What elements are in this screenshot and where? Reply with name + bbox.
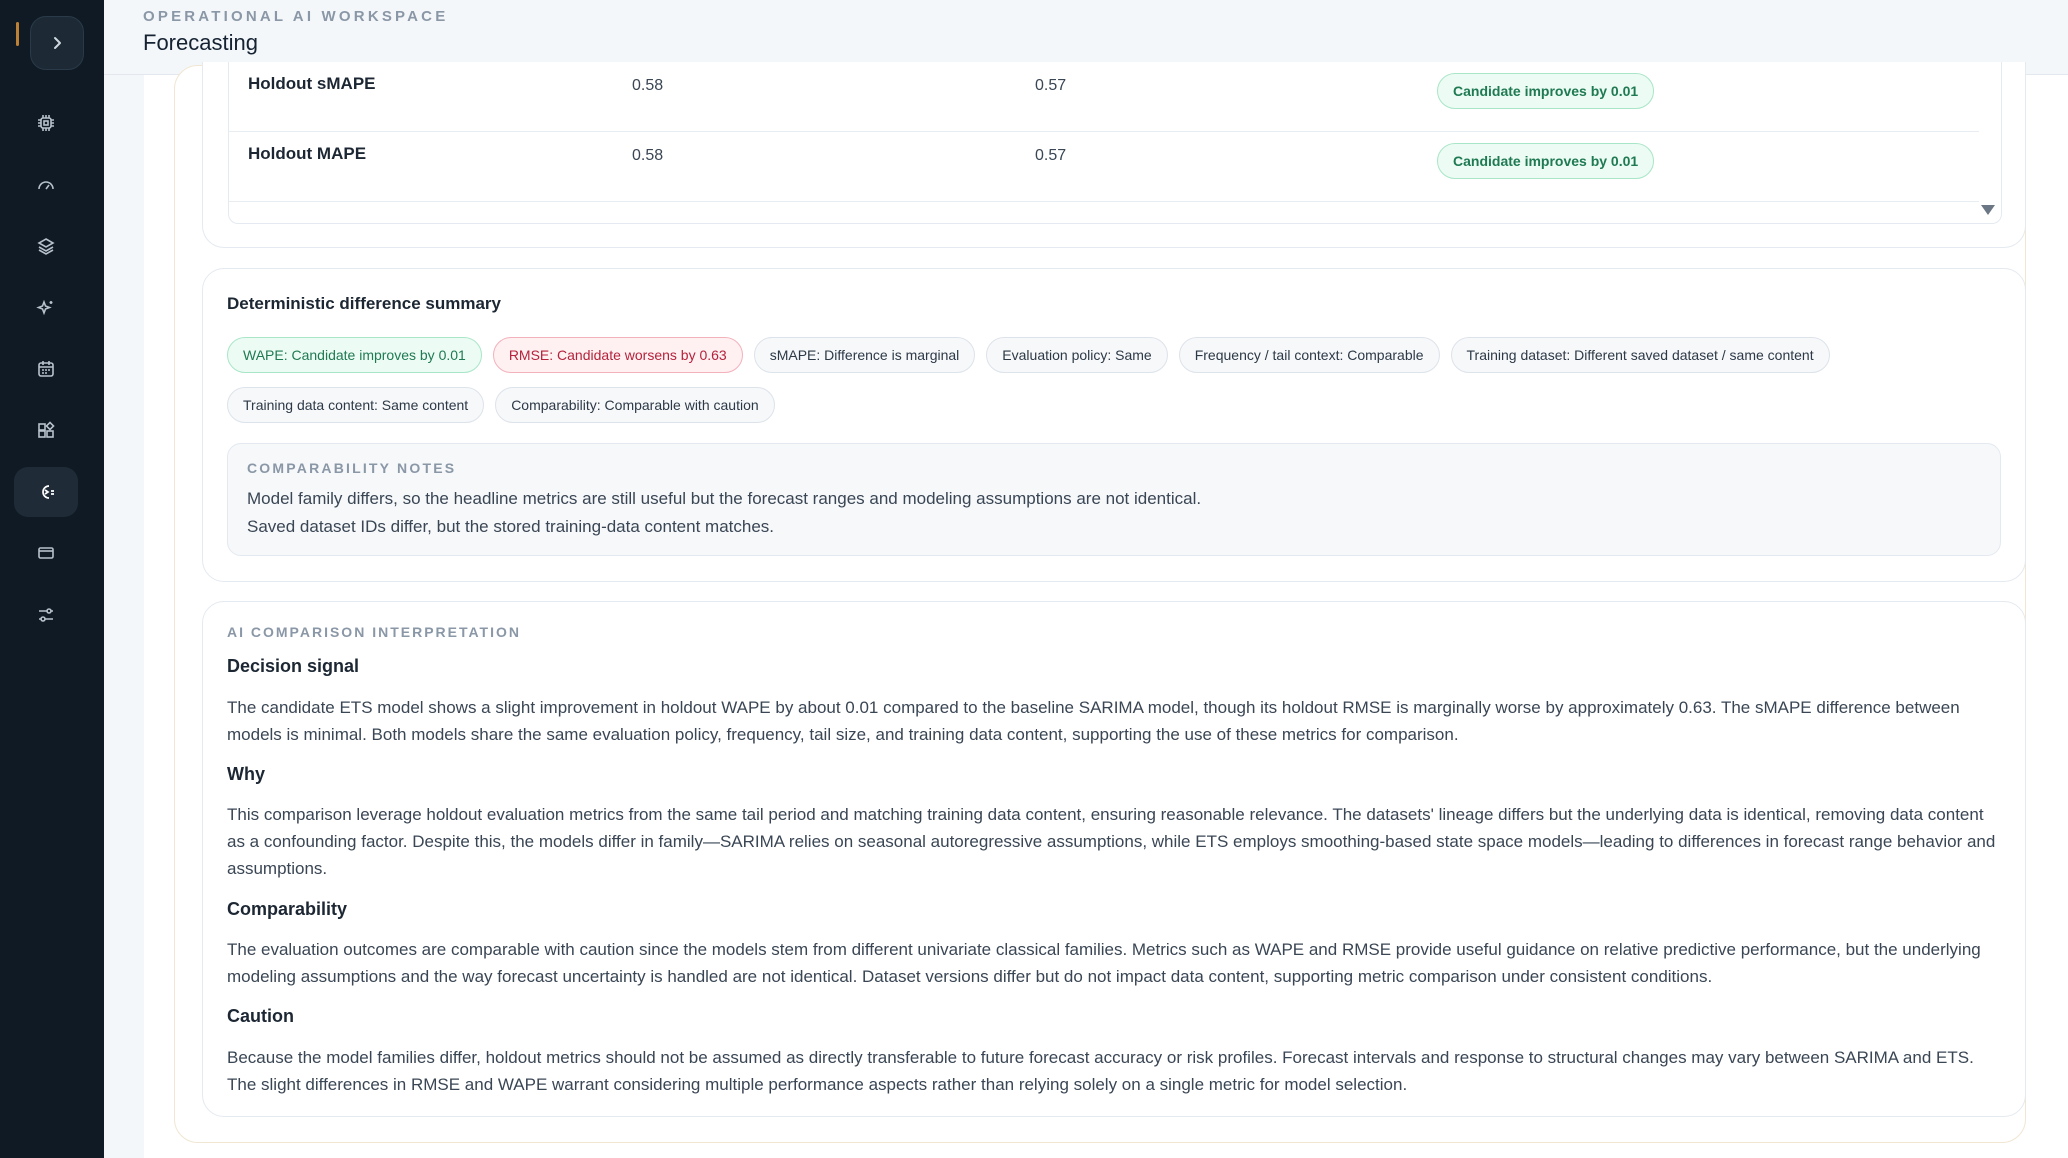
- chip-evaluation-policy: Evaluation policy: Same: [986, 337, 1168, 373]
- section-heading-caution: Caution: [227, 1006, 294, 1026]
- chevron-right-icon: [54, 37, 61, 49]
- sparkles-icon: [36, 299, 53, 316]
- table-row: Holdout MAPE 0.58 0.57 Candidate improve…: [229, 132, 1979, 202]
- sidebar-accent-mark: [16, 22, 19, 46]
- metric-name: Holdout MAPE: [248, 144, 367, 163]
- baseline-value: 0.58: [632, 77, 664, 94]
- section-heading-why: Why: [227, 764, 265, 784]
- sidebar-item-widgets[interactable]: [14, 406, 78, 456]
- section-heading-decision: Decision signal: [227, 656, 360, 676]
- baseline-value: 0.58: [632, 147, 664, 164]
- sidebar-toggle-button[interactable]: [30, 16, 84, 70]
- section-text-comparability: The evaluation outcomes are comparable w…: [227, 940, 1981, 986]
- section-text-why: This comparison leverage holdout evaluat…: [227, 805, 1996, 878]
- calendar-icon: [38, 361, 54, 377]
- chip-comparability: Comparability: Comparable with caution: [495, 387, 775, 423]
- difference-chips-row-2: Training data content: Same content Comp…: [227, 387, 775, 423]
- metrics-table[interactable]: Holdout sMAPE 0.58 0.57 Candidate improv…: [228, 62, 2002, 224]
- chip-smape: sMAPE: Difference is marginal: [753, 337, 976, 373]
- gauge-icon: [38, 181, 54, 190]
- layers-icon: [37, 238, 55, 255]
- sidebar-item-dashboard[interactable]: [14, 160, 78, 210]
- table-row: Holdout sMAPE 0.58 0.57 Candidate improv…: [229, 62, 1979, 132]
- sidebar: [0, 0, 104, 1158]
- difference-chips-row-1: WAPE: Candidate improves by 0.01 RMSE: C…: [227, 337, 1830, 373]
- sidebar-item-models[interactable]: [14, 98, 78, 148]
- chip-training-content: Training data content: Same content: [227, 387, 485, 423]
- sidebar-item-settings[interactable]: [14, 590, 78, 640]
- sliders-icon: [39, 608, 53, 622]
- sidebar-item-billing[interactable]: [14, 528, 78, 578]
- section-heading-comparability: Comparability: [227, 899, 348, 919]
- workspace-eyebrow: OPERATIONAL AI WORKSPACE: [143, 8, 449, 25]
- scroll-down-arrow[interactable]: [1981, 205, 1995, 215]
- chip-wape: WAPE: Candidate improves by 0.01: [227, 337, 482, 373]
- page-title: Forecasting: [143, 30, 258, 55]
- comparability-notes: COMPARABILITY NOTES Model family differs…: [227, 443, 2001, 556]
- difference-summary-title: Deterministic difference summary: [227, 294, 501, 313]
- notes-label: COMPARABILITY NOTES: [247, 460, 457, 476]
- chip-rmse: RMSE: Candidate worsens by 0.63: [492, 337, 743, 373]
- compare-icon: [42, 485, 54, 499]
- section-text-caution: Because the model families differ, holdo…: [227, 1048, 1974, 1094]
- note-line: Saved dataset IDs differ, but the stored…: [247, 517, 774, 536]
- section-text-decision: The candidate ETS model shows a slight i…: [227, 698, 1960, 744]
- widgets-icon: [38, 421, 55, 438]
- sidebar-item-insights[interactable]: [14, 283, 78, 333]
- chip-training-dataset: Training dataset: Different saved datase…: [1450, 337, 1830, 373]
- sidebar-item-datasets[interactable]: [14, 221, 78, 271]
- ai-interpretation-label: AI COMPARISON INTERPRETATION: [227, 624, 521, 640]
- note-line: Model family differs, so the headline me…: [247, 489, 1202, 508]
- card-icon: [38, 547, 54, 559]
- sidebar-item-compare[interactable]: [14, 467, 78, 517]
- sidebar-item-calendar[interactable]: [14, 344, 78, 394]
- cpu-icon: [38, 115, 54, 131]
- verdict-badge: Candidate improves by 0.01: [1437, 73, 1655, 109]
- verdict-badge: Candidate improves by 0.01: [1437, 143, 1655, 179]
- candidate-value: 0.57: [1035, 147, 1067, 164]
- chip-frequency: Frequency / tail context: Comparable: [1178, 337, 1440, 373]
- candidate-value: 0.57: [1035, 77, 1067, 94]
- metric-name: Holdout sMAPE: [248, 74, 376, 93]
